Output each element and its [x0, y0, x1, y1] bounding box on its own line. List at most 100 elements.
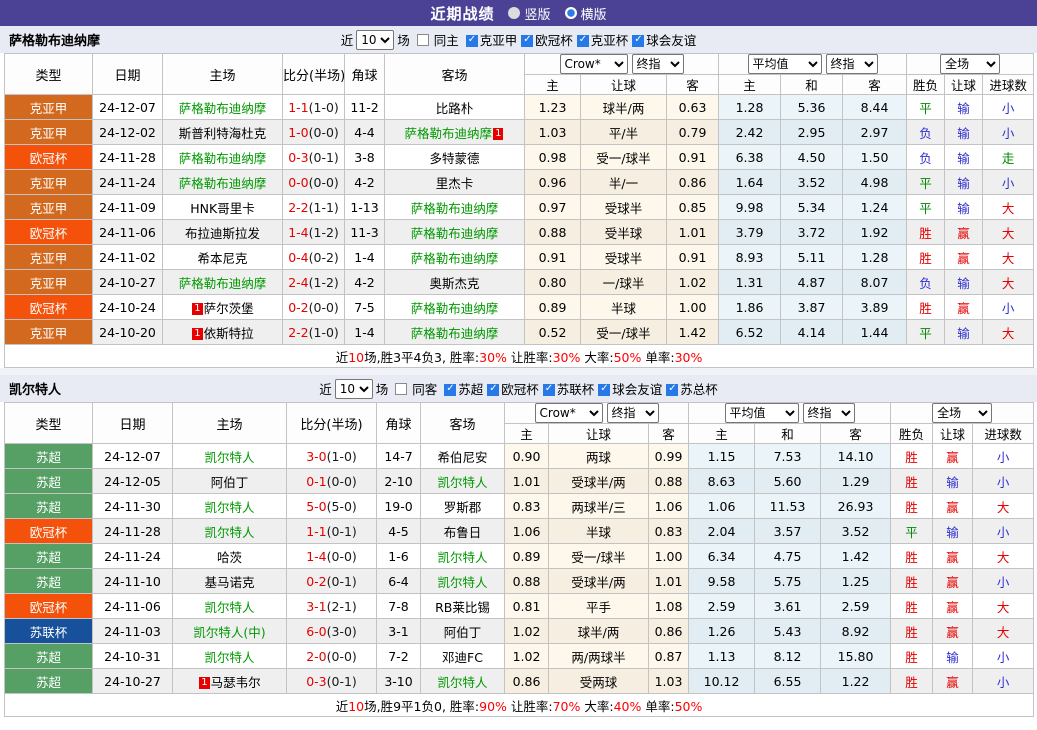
avg-home-odds-cell: 9.58 — [689, 569, 755, 594]
team-name-text: 凯尔特人 — [437, 550, 487, 565]
away-odds-cell: 1.01 — [667, 220, 719, 245]
final-average-select[interactable]: 终指 — [826, 54, 878, 74]
league-checkbox-checked-icon[interactable] — [444, 384, 456, 396]
goals-result-cell: 小 — [983, 120, 1034, 145]
team-name-text: 萨格勒布迪纳摩 — [179, 151, 267, 166]
away-team-cell: 里杰卡 — [385, 170, 525, 195]
handicap-result-cell: 输 — [945, 170, 983, 195]
team1-summary: 近10场,胜3平4负3, 胜率:30% 让胜率:30% 大率:50% 单率:30… — [5, 345, 1034, 368]
final-odds-select[interactable]: 终指 — [632, 54, 684, 74]
average-select[interactable]: 平均值 — [725, 403, 799, 423]
league-type-cell: 欧冠杯 — [5, 145, 93, 170]
match-result-cell: 胜 — [891, 444, 933, 469]
league-type-cell: 苏超 — [5, 669, 93, 694]
bookmaker-select[interactable]: Crow* — [560, 54, 628, 74]
summary-value: 40% — [614, 699, 642, 714]
layout-horizontal-radio[interactable]: 横版 — [565, 4, 607, 23]
match-result-cell: 负 — [907, 145, 945, 170]
league-type-cell: 克亚甲 — [5, 95, 93, 120]
league-checkbox-checked-icon[interactable] — [487, 384, 499, 396]
final-odds-select[interactable]: 终指 — [607, 403, 659, 423]
league-checkbox-checked-icon[interactable] — [666, 384, 678, 396]
near-label: 近 — [319, 379, 332, 398]
goals-result-cell: 小 — [983, 95, 1034, 120]
league-checkbox-checked-icon[interactable] — [521, 35, 533, 47]
handicap-line-cell: 一/球半 — [581, 270, 667, 295]
away-odds-cell: 1.06 — [649, 494, 689, 519]
match-row: 苏超24-11-24哈茨1-4(0-0)1-6凯尔特人0.89受一/球半1.00… — [5, 544, 1034, 569]
avg-home-odds-cell: 8.63 — [689, 469, 755, 494]
avg-away-odds-cell: 2.59 — [821, 594, 891, 619]
score-cell: 0-2(0-1) — [287, 569, 377, 594]
col-header-away: 客场 — [421, 403, 505, 444]
league-checkbox-checked-icon[interactable] — [577, 35, 589, 47]
sub-header-avg-draw: 和 — [755, 424, 821, 444]
handicap-line-cell: 受一/球半 — [581, 320, 667, 345]
bookmaker-select[interactable]: Crow* — [535, 403, 603, 423]
fulltime-select[interactable]: 全场 — [940, 54, 1000, 74]
summary-text: 让胜率: — [507, 350, 553, 365]
recent-games-select[interactable]: 10 — [335, 379, 373, 399]
avg-away-odds-cell: 1.50 — [843, 145, 907, 170]
score-cell: 0-1(0-0) — [287, 469, 377, 494]
handicap-line-cell: 球半/两 — [581, 95, 667, 120]
avg-draw-odds-cell: 5.36 — [781, 95, 843, 120]
match-row: 克亚甲24-10-27萨格勒布迪纳摩2-4(1-2)4-2奥斯杰克0.80一/球… — [5, 270, 1034, 295]
match-result-cell: 胜 — [891, 669, 933, 694]
handicap-line-cell: 球半/两 — [549, 619, 649, 644]
match-result-cell: 胜 — [891, 594, 933, 619]
halftime-score: (1-0) — [309, 325, 339, 340]
halftime-score: (1-1) — [309, 200, 339, 215]
corner-cell: 4-5 — [377, 519, 421, 544]
fulltime-select[interactable]: 全场 — [932, 403, 992, 423]
avg-home-odds-cell: 1.64 — [719, 170, 781, 195]
team-name-text: 萨格勒布迪纳摩 — [411, 326, 499, 341]
away-team-cell: 邓迪FC — [421, 644, 505, 669]
same-home-checkbox[interactable] — [417, 34, 429, 46]
rank-badge: 1 — [192, 328, 202, 340]
goals-result-cell: 小 — [973, 644, 1034, 669]
handicap-result-cell: 赢 — [933, 444, 973, 469]
final-average-select[interactable]: 终指 — [803, 403, 855, 423]
home-odds-cell: 0.88 — [525, 220, 581, 245]
league-checkbox-checked-icon[interactable] — [543, 384, 555, 396]
bookmaker-odds-header: Crow* 终指 — [505, 403, 689, 424]
match-row: 苏超24-10-271马瑟韦尔0-3(0-1)3-10凯尔特人0.86受两球1.… — [5, 669, 1034, 694]
sub-header-handicap-result: 让球 — [933, 424, 973, 444]
handicap-line-cell: 受半球 — [581, 220, 667, 245]
average-select[interactable]: 平均值 — [748, 54, 822, 74]
recent-games-select[interactable]: 10 — [356, 30, 394, 50]
match-row: 克亚甲24-10-201依斯特拉2-2(1-0)1-4萨格勒布迪纳摩0.52受一… — [5, 320, 1034, 345]
league-checkbox-checked-icon[interactable] — [466, 35, 478, 47]
home-team-cell: 布拉迪斯拉发 — [163, 220, 283, 245]
corner-cell: 4-2 — [345, 170, 385, 195]
handicap-result-cell: 赢 — [933, 669, 973, 694]
corner-cell: 3-1 — [377, 619, 421, 644]
halftime-score: (5-0) — [327, 499, 357, 514]
team1-filter-bar: 萨格勒布迪纳摩 近 10 场 同主 克亚甲欧冠杯克亚杯球会友谊 — [0, 26, 1037, 53]
home-team-cell: 萨格勒布迪纳摩 — [163, 170, 283, 195]
league-filter-label: 苏超 — [458, 382, 483, 397]
section-divider — [0, 368, 1037, 375]
handicap-result-cell: 输 — [933, 644, 973, 669]
league-type-cell: 欧冠杯 — [5, 594, 93, 619]
league-checkbox-checked-icon[interactable] — [632, 35, 644, 47]
away-team-cell: 凯尔特人 — [421, 469, 505, 494]
away-team-cell: RB莱比锡 — [421, 594, 505, 619]
team-name-text: 希本尼克 — [197, 251, 247, 266]
handicap-line-cell: 两球半/三 — [549, 494, 649, 519]
away-odds-cell: 1.01 — [649, 569, 689, 594]
away-team-cell: 凯尔特人 — [421, 669, 505, 694]
league-checkbox-checked-icon[interactable] — [598, 384, 610, 396]
avg-draw-odds-cell: 5.43 — [755, 619, 821, 644]
layout-vertical-radio[interactable]: 竖版 — [508, 4, 550, 23]
match-row: 欧冠杯24-11-06布拉迪斯拉发1-4(1-2)11-3萨格勒布迪纳摩0.88… — [5, 220, 1034, 245]
team-name-text: 凯尔特人 — [204, 500, 254, 515]
fulltime-score: 6-0 — [306, 624, 326, 639]
radio-unselected-icon — [508, 7, 520, 19]
col-header-home: 主场 — [173, 403, 287, 444]
handicap-line-cell: 受一/球半 — [581, 145, 667, 170]
near-label: 近 — [341, 30, 354, 49]
same-away-checkbox[interactable] — [395, 383, 407, 395]
league-filter-label: 克亚甲 — [480, 33, 518, 48]
